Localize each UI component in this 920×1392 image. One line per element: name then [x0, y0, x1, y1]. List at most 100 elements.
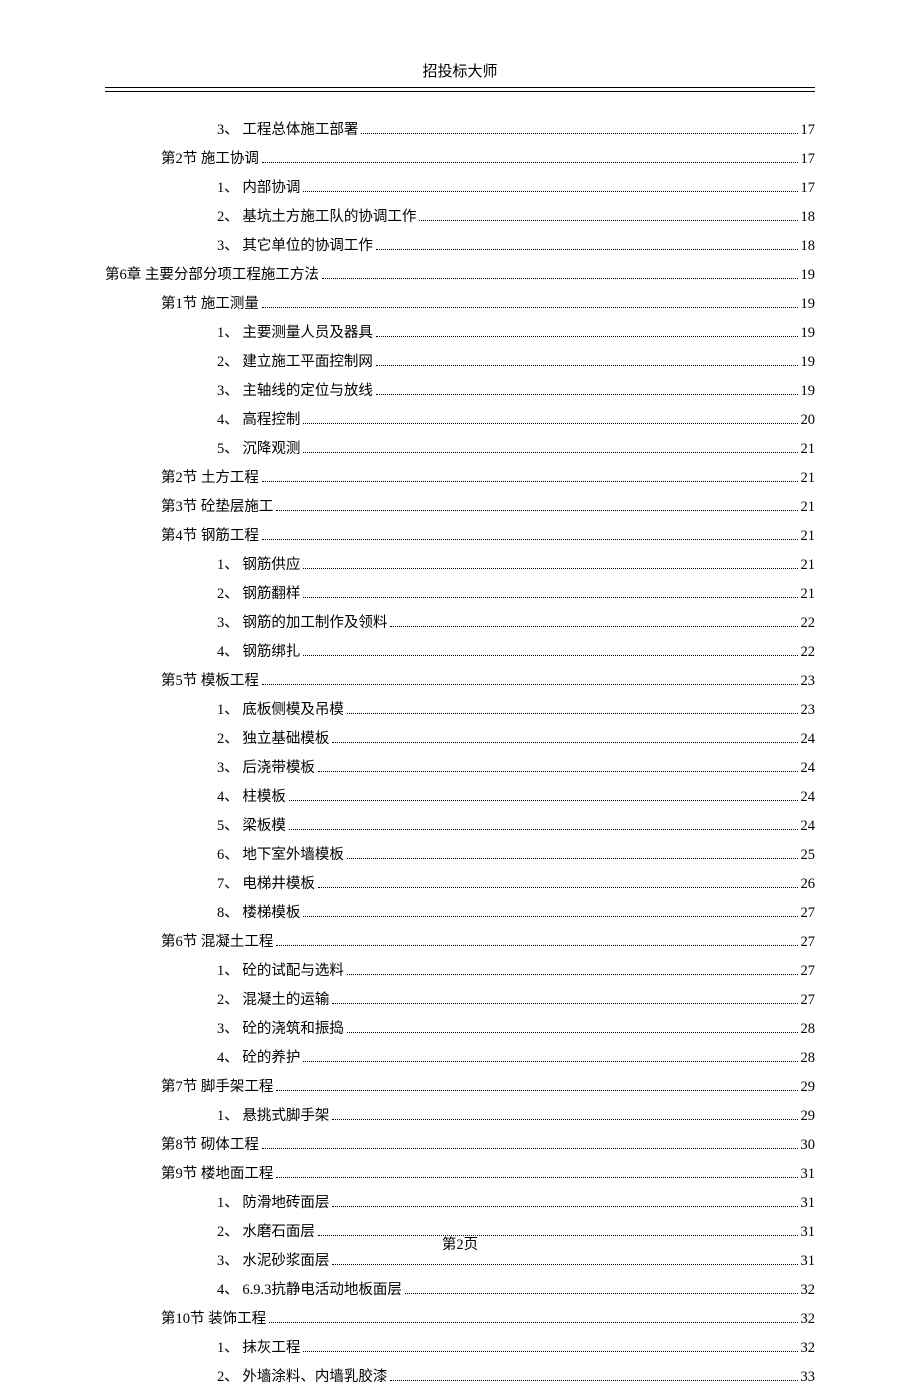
toc-leader-dots: [332, 1003, 797, 1004]
toc-entry-label: 1、 悬挑式脚手架: [217, 1102, 329, 1131]
toc-entry-label: 第6章 主要分部分项工程施工方法: [105, 261, 319, 290]
page-header: 招投标大师: [105, 60, 815, 88]
toc-entry[interactable]: 1、 主要测量人员及器具19: [105, 319, 815, 348]
toc-entry[interactable]: 1、 砼的试配与选料27: [105, 957, 815, 986]
toc-leader-dots: [318, 771, 798, 772]
toc-entry[interactable]: 3、 钢筋的加工制作及领料22: [105, 609, 815, 638]
toc-entry-page: 33: [801, 1363, 816, 1392]
toc-entry[interactable]: 第4节 钢筋工程21: [105, 522, 815, 551]
toc-entry-label: 2、 混凝土的运输: [217, 986, 329, 1015]
toc-leader-dots: [318, 887, 798, 888]
toc-entry-page: 27: [801, 986, 816, 1015]
toc-entry[interactable]: 4、 高程控制20: [105, 406, 815, 435]
toc-entry-page: 19: [801, 348, 816, 377]
toc-entry[interactable]: 1、 底板侧模及吊模23: [105, 696, 815, 725]
toc-entry-label: 8、 楼梯模板: [217, 899, 300, 928]
toc-entry-label: 第9节 楼地面工程: [161, 1160, 273, 1189]
toc-entry-page: 24: [801, 812, 816, 841]
toc-entry-label: 第4节 钢筋工程: [161, 522, 259, 551]
toc-entry[interactable]: 第3节 砼垫层施工21: [105, 493, 815, 522]
toc-entry[interactable]: 2、 建立施工平面控制网 19: [105, 348, 815, 377]
toc-entry-label: 第8节 砌体工程: [161, 1131, 259, 1160]
toc-leader-dots: [276, 945, 797, 946]
toc-entry-page: 26: [801, 870, 816, 899]
toc-entry-page: 28: [801, 1015, 816, 1044]
toc-entry[interactable]: 第6章 主要分部分项工程施工方法19: [105, 261, 815, 290]
toc-entry[interactable]: 5、 沉降观测21: [105, 435, 815, 464]
toc-entry[interactable]: 第5节 模板工程 23: [105, 667, 815, 696]
toc-entry-label: 6、 地下室外墙模板: [217, 841, 344, 870]
toc-entry[interactable]: 2、 基坑土方施工队的协调工作18: [105, 203, 815, 232]
toc-leader-dots: [262, 307, 798, 308]
toc-entry-page: 17: [801, 116, 816, 145]
toc-entry-label: 1、 主要测量人员及器具: [217, 319, 373, 348]
toc-entry-label: 2、 建立施工平面控制网: [217, 348, 373, 377]
toc-entry[interactable]: 2、 钢筋翻样21: [105, 580, 815, 609]
toc-entry-page: 21: [801, 435, 816, 464]
toc-entry[interactable]: 8、 楼梯模板 27: [105, 899, 815, 928]
toc-leader-dots: [276, 1090, 797, 1091]
toc-entry-page: 21: [801, 464, 816, 493]
toc-entry[interactable]: 第7节 脚手架工程29: [105, 1073, 815, 1102]
toc-entry[interactable]: 第2节 土方工程21: [105, 464, 815, 493]
toc-leader-dots: [262, 481, 798, 482]
toc-entry[interactable]: 3、 其它单位的协调工作18: [105, 232, 815, 261]
toc-entry-page: 21: [801, 580, 816, 609]
toc-entry[interactable]: 5、 梁板模24: [105, 812, 815, 841]
toc-leader-dots: [303, 1061, 797, 1062]
toc-leader-dots: [332, 1119, 797, 1120]
toc-leader-dots: [289, 800, 798, 801]
toc-entry-label: 1、 钢筋供应: [217, 551, 300, 580]
toc-entry[interactable]: 1、 抹灰工程32: [105, 1334, 815, 1363]
toc-leader-dots: [262, 539, 798, 540]
toc-entry[interactable]: 2、 独立基础模板24: [105, 725, 815, 754]
page-number: 第2页: [442, 1237, 478, 1253]
toc-entry[interactable]: 第6节 混凝土工程 27: [105, 928, 815, 957]
toc-entry[interactable]: 1、 内部协调 17: [105, 174, 815, 203]
toc-entry-page: 27: [801, 928, 816, 957]
toc-entry[interactable]: 第1节 施工测量19: [105, 290, 815, 319]
toc-entry-label: 1、 内部协调: [217, 174, 300, 203]
toc-entry-label: 3、 其它单位的协调工作: [217, 232, 373, 261]
toc-entry-page: 17: [801, 174, 816, 203]
toc-entry[interactable]: 第2节 施工协调17: [105, 145, 815, 174]
toc-entry-label: 3、 钢筋的加工制作及领料: [217, 609, 387, 638]
toc-entry[interactable]: 6、 地下室外墙模板25: [105, 841, 815, 870]
toc-leader-dots: [303, 655, 797, 656]
toc-entry-page: 27: [801, 957, 816, 986]
toc-entry-page: 19: [801, 377, 816, 406]
toc-entry[interactable]: 4、 柱模板24: [105, 783, 815, 812]
toc-entry-label: 2、 独立基础模板: [217, 725, 329, 754]
toc-entry-label: 1、 底板侧模及吊模: [217, 696, 344, 725]
toc-leader-dots: [303, 423, 797, 424]
toc-leader-dots: [322, 278, 798, 279]
toc-entry-page: 24: [801, 754, 816, 783]
toc-entry[interactable]: 4、 砼的养护28: [105, 1044, 815, 1073]
toc-entry-label: 第6节 混凝土工程: [161, 928, 273, 957]
toc-leader-dots: [303, 452, 797, 453]
toc-entry[interactable]: 3、 后浇带模板24: [105, 754, 815, 783]
toc-entry-label: 4、 6.9.3抗静电活动地板面层: [217, 1276, 402, 1305]
toc-entry[interactable]: 1、 防滑地砖面层31: [105, 1189, 815, 1218]
toc-entry[interactable]: 第8节 砌体工程30: [105, 1131, 815, 1160]
toc-entry[interactable]: 3、 主轴线的定位与放线19: [105, 377, 815, 406]
toc-entry[interactable]: 4、 6.9.3抗静电活动地板面层32: [105, 1276, 815, 1305]
toc-entry[interactable]: 2、 外墙涂料、内墙乳胶漆 33: [105, 1363, 815, 1392]
toc-entry-label: 第5节 模板工程: [161, 667, 259, 696]
toc-leader-dots: [276, 510, 797, 511]
toc-entry-page: 31: [801, 1160, 816, 1189]
toc-entry[interactable]: 3、 工程总体施工部署17: [105, 116, 815, 145]
toc-entry[interactable]: 4、 钢筋绑扎22: [105, 638, 815, 667]
toc-entry-label: 2、 外墙涂料、内墙乳胶漆: [217, 1363, 387, 1392]
toc-entry[interactable]: 第9节 楼地面工程 31: [105, 1160, 815, 1189]
toc-entry[interactable]: 2、 混凝土的运输 27: [105, 986, 815, 1015]
document-page: 招投标大师 3、 工程总体施工部署17第2节 施工协调171、 内部协调172、…: [0, 0, 920, 1392]
toc-entry-page: 27: [801, 899, 816, 928]
toc-entry-page: 23: [801, 667, 816, 696]
toc-entry[interactable]: 第10节 装饰工程32: [105, 1305, 815, 1334]
toc-entry[interactable]: 1、 钢筋供应21: [105, 551, 815, 580]
toc-entry[interactable]: 1、 悬挑式脚手架29: [105, 1102, 815, 1131]
toc-entry[interactable]: 3、 砼的浇筑和振捣28: [105, 1015, 815, 1044]
toc-entry-page: 21: [801, 493, 816, 522]
toc-entry[interactable]: 7、 电梯井模板26: [105, 870, 815, 899]
